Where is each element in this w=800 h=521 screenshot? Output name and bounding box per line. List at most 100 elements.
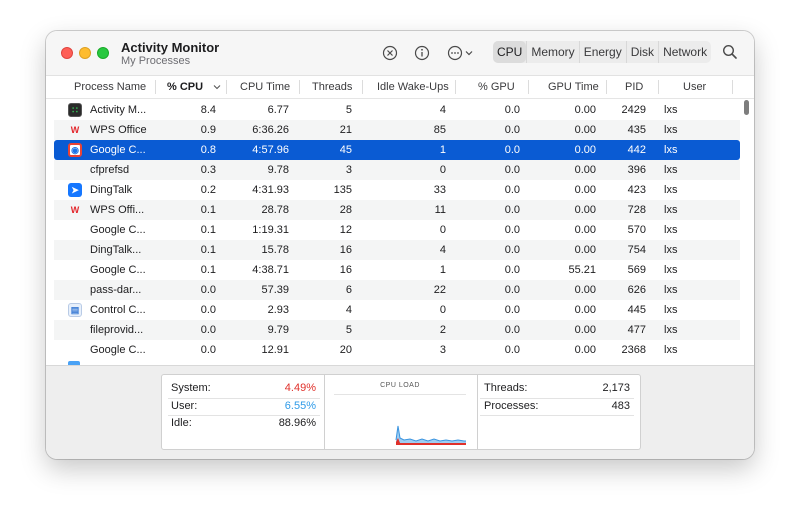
stop-process-button[interactable] <box>380 43 400 63</box>
user-cell: lxs <box>664 224 678 236</box>
cpu-time-cell: 12.91 <box>261 344 289 356</box>
cpu-time-cell: 4:31.93 <box>252 184 289 196</box>
table-row[interactable]: ➤ DingTalk 0.2 4:31.93 135 33 0.0 0.00 423 lxs <box>54 180 740 200</box>
gpu-time-cell: 0.00 <box>574 104 596 116</box>
user-cell: lxs <box>664 324 678 336</box>
table-row[interactable]: fileprovid... 0.0 9.79 5 2 0.0 0.00 477 lxs <box>54 320 740 340</box>
gpu-cell: 0.0 <box>504 104 520 116</box>
close-window-button[interactable] <box>61 47 73 59</box>
window-title: Activity Monitor <box>121 40 220 55</box>
cpu-time-cell: 57.39 <box>261 284 289 296</box>
user-cell: lxs <box>664 104 678 116</box>
idle-wakeups-cell: 1 <box>439 144 446 156</box>
gpu-time-cell: 0.00 <box>574 164 596 176</box>
process-name-cell: fileprovid... <box>90 324 144 336</box>
table-row[interactable]: ∷ Activity M... 8.4 6.77 5 4 0.0 0.00 2429 lxs <box>54 100 740 120</box>
gpu-cell: 0.0 <box>504 284 520 296</box>
scrollbar-thumb[interactable] <box>744 100 749 115</box>
idle-wakeups-cell: 3 <box>439 344 446 356</box>
cpu-cell: 0.0 <box>200 324 216 336</box>
gpu-time-cell: 0.00 <box>574 124 596 136</box>
threads-cell: 5 <box>345 104 352 116</box>
idle-wakeups-cell: 11 <box>434 204 446 216</box>
table-row[interactable]: W WPS Office 0.9 6:36.26 21 85 0.0 0.00 435 lxs <box>54 120 740 140</box>
minimize-window-button[interactable] <box>79 47 91 59</box>
threads-cell: 16 <box>339 264 352 276</box>
activity-monitor-icon: ∷ <box>68 103 82 117</box>
gpu-cell: 0.0 <box>504 204 520 216</box>
stop-process-icon <box>382 45 398 61</box>
cpu-load-graph <box>334 394 466 445</box>
cpu-cell: 0.1 <box>200 244 216 256</box>
process-name-cell: cfprefsd <box>90 164 130 176</box>
user-cell: lxs <box>664 344 678 356</box>
user-cell: lxs <box>664 284 678 296</box>
zoom-window-button[interactable] <box>97 47 109 59</box>
threads-cell: 12 <box>339 224 352 236</box>
processes-label: Processes: <box>484 400 539 412</box>
more-actions-icon <box>447 45 473 61</box>
cpu-time-cell: 2.93 <box>267 304 289 316</box>
view-segmented-control: CPU Memory Energy Disk Network <box>493 41 712 63</box>
cpu-stats-box: System: 4.49% User: 6.55% Idle: 88.96% C… <box>161 374 641 450</box>
cpu-cell: 0.0 <box>200 284 216 296</box>
column-user[interactable]: User <box>683 76 706 98</box>
table-scrollbar[interactable] <box>743 100 751 364</box>
idle-wakeups-cell: 22 <box>433 284 446 296</box>
gpu-time-cell: 0.00 <box>574 244 596 256</box>
user-cell: lxs <box>664 204 678 216</box>
threads-cell: 28 <box>339 204 352 216</box>
cpu-cell: 0.0 <box>200 304 216 316</box>
column-cpu[interactable]: % CPU <box>167 76 203 98</box>
table-row[interactable]: Google C... 0.1 4:38.71 16 1 0.0 55.21 569 lxs <box>54 260 740 280</box>
column-gpu-time[interactable]: GPU Time <box>548 76 599 98</box>
gpu-cell: 0.0 <box>504 324 520 336</box>
cpu-cell: 0.2 <box>200 184 216 196</box>
pid-cell: 626 <box>627 284 646 296</box>
user-cell: lxs <box>664 264 678 276</box>
idle-wakeups-cell: 2 <box>439 324 446 336</box>
gpu-time-cell: 0.00 <box>574 344 596 356</box>
cpu-cell: 0.3 <box>200 164 216 176</box>
idle-value: 88.96% <box>278 417 316 429</box>
process-name-cell: WPS Office <box>90 124 147 136</box>
threads-cell: 20 <box>339 344 352 356</box>
tab-disk[interactable]: Disk <box>625 41 658 63</box>
tab-memory[interactable]: Memory <box>526 41 578 63</box>
column-process-name[interactable]: Process Name <box>74 76 146 98</box>
column-threads[interactable]: Threads <box>312 76 352 98</box>
table-row[interactable]: ▤ Control C... 0.0 2.93 4 0 0.0 0.00 445 lxs <box>54 300 740 320</box>
table-row[interactable]: pass-dar... 0.0 57.39 6 22 0.0 0.00 626 lxs <box>54 280 740 300</box>
user-label: User: <box>171 400 198 412</box>
inspect-process-button[interactable] <box>412 43 432 63</box>
column-cpu-time[interactable]: CPU Time <box>240 76 290 98</box>
column-pid[interactable]: PID <box>625 76 643 98</box>
table-row[interactable]: Google C... 0.1 1:19.31 12 0 0.0 0.00 570 lxs <box>54 220 740 240</box>
table-row[interactable]: cfprefsd 0.3 9.78 3 0 0.0 0.00 396 lxs <box>54 160 740 180</box>
column-idle-wakeups[interactable]: Idle Wake-Ups <box>377 76 449 98</box>
gpu-cell: 0.0 <box>504 144 520 156</box>
more-actions-button[interactable] <box>446 43 476 63</box>
table-row[interactable]: DingTalk... 0.1 15.78 16 4 0.0 0.00 754 lxs <box>54 240 740 260</box>
cpu-cell: 0.9 <box>200 124 216 136</box>
activity-monitor-window: Activity Monitor My Processes CPU Memory… <box>46 31 754 459</box>
cpu-time-cell: 9.78 <box>267 164 289 176</box>
column-gpu[interactable]: % GPU <box>478 76 515 98</box>
process-name-cell: DingTalk... <box>90 244 142 256</box>
cpu-cell: 0.1 <box>200 224 216 236</box>
table-row[interactable]: Google C... 0.0 12.91 20 3 0.0 0.00 2368 lxs <box>54 340 740 360</box>
tab-cpu[interactable]: CPU <box>493 41 527 63</box>
pid-cell: 2368 <box>621 344 646 356</box>
cpu-load-title: CPU LOAD <box>380 382 420 389</box>
idle-wakeups-cell: 4 <box>439 244 446 256</box>
pid-cell: 423 <box>627 184 646 196</box>
gpu-time-cell: 55.21 <box>568 264 596 276</box>
tab-energy[interactable]: Energy <box>578 41 626 63</box>
process-name-cell: Control C... <box>90 304 146 316</box>
tab-network[interactable]: Network <box>658 41 711 63</box>
search-button[interactable] <box>722 44 738 65</box>
table-row[interactable]: W WPS Offi... 0.1 28.78 28 11 0.0 0.00 728 lxs <box>54 200 740 220</box>
table-row[interactable]: ◉ Google C... 0.8 4:57.96 45 1 0.0 0.00 442 lxs <box>54 140 740 160</box>
gpu-time-cell: 0.00 <box>574 224 596 236</box>
wps-icon: W <box>70 205 80 215</box>
